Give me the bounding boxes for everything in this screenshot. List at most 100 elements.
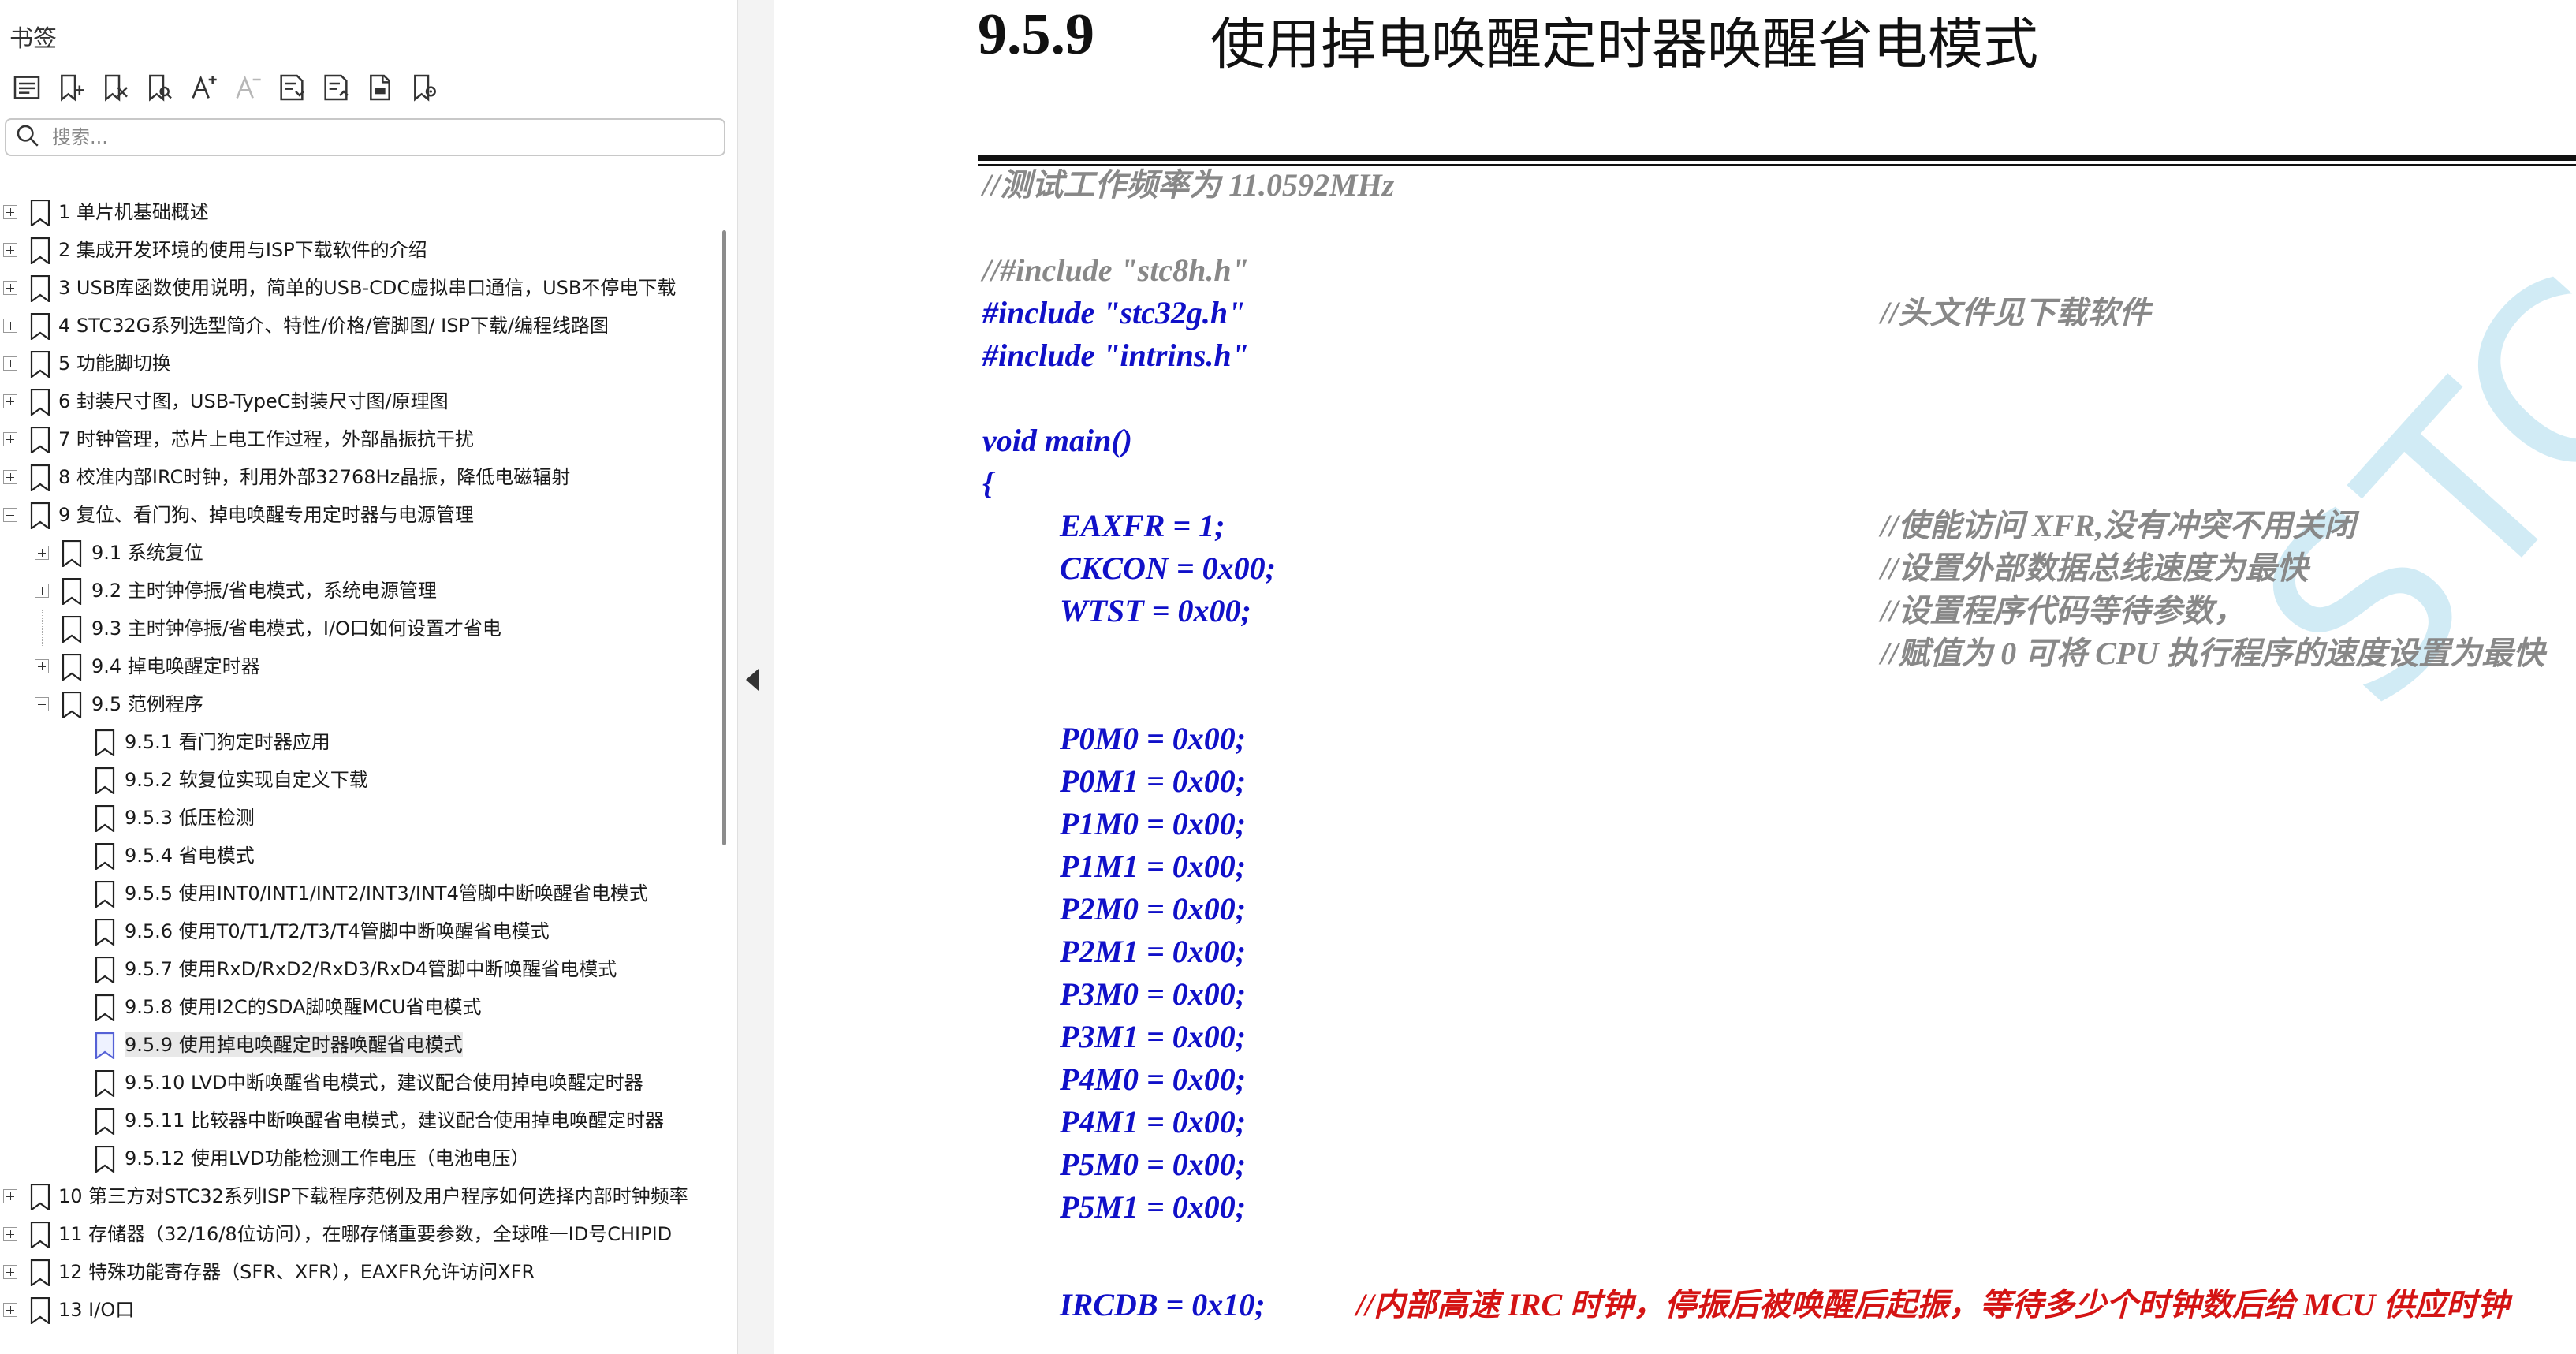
bookmark-search-box[interactable] (5, 118, 725, 156)
bookmark-properties-icon[interactable] (358, 68, 402, 107)
find-bookmark-icon[interactable] (137, 68, 181, 107)
bookmark-label: 3 USB库函数使用说明，简单的USB-CDC虚拟串口通信，USB不停电下载 (58, 277, 677, 299)
expand-icon[interactable] (3, 1227, 17, 1241)
tree-guide-line (42, 610, 43, 647)
bookmark-label: 9.1 系统复位 (91, 542, 203, 564)
bookmark-search-input[interactable] (50, 125, 700, 149)
bookmark-icon (30, 388, 50, 417)
expand-icon[interactable] (3, 319, 17, 333)
code-inline-comment: //设置外部数据总线速度为最快 (1881, 550, 2309, 586)
text-smaller-icon (226, 68, 270, 107)
bookmark-item[interactable]: 9.5.2 软复位实现自定义下载 (0, 761, 718, 800)
delete-bookmark-icon[interactable] (93, 68, 137, 107)
bookmark-item[interactable]: 9.2 主时钟停振/省电模式，系统电源管理 (0, 572, 718, 611)
expand-icon[interactable] (3, 432, 17, 446)
code-line: { (982, 465, 993, 501)
bookmark-item[interactable]: 9.5.11 比较器中断唤醒省电模式，建议配合使用掉电唤醒定时器 (0, 1102, 718, 1141)
bookmark-item[interactable]: 9.5.5 使用INT0/INT1/INT2/INT3/INT4管脚中断唤醒省电… (0, 875, 718, 914)
expand-icon[interactable] (3, 394, 17, 408)
collapse-all-icon[interactable] (314, 68, 358, 107)
bookmark-item[interactable]: 5 功能脚切换 (0, 345, 718, 384)
bookmark-label: 6 封装尺寸图，USB-TypeC封装尺寸图/原理图 (58, 390, 449, 412)
bookmark-icon (95, 1145, 115, 1174)
document-page: STC MCU 9.5.9 使用掉电唤醒定时器唤醒省电模式 //测试工作频率为 … (867, 0, 2576, 1354)
bookmark-icon (30, 426, 50, 455)
expand-icon[interactable] (3, 281, 17, 295)
code-line: #include "stc32g.h" (982, 295, 1246, 330)
expand-icon[interactable] (35, 546, 49, 560)
bookmark-item[interactable]: 9.1 系统复位 (0, 534, 718, 573)
bookmark-item[interactable]: 9.5.4 省电模式 (0, 837, 718, 876)
code-comment-line: //测试工作频率为 11.0592MHz (982, 167, 1395, 203)
bookmark-item[interactable]: 9.5.3 低压检测 (0, 799, 718, 838)
bookmark-icon (30, 1259, 50, 1288)
expand-icon[interactable] (3, 470, 17, 484)
bookmark-icon (30, 1296, 50, 1326)
code-line: P3M1 = 0x00; (1060, 1019, 1247, 1054)
bookmark-label: 9.5.5 使用INT0/INT1/INT2/INT3/INT4管脚中断唤醒省电… (125, 882, 648, 905)
bookmark-item[interactable]: 9.5.7 使用RxD/RxD2/RxD3/RxD4管脚中断唤醒省电模式 (0, 950, 718, 990)
bookmark-label: 4 STC32G系列选型简介、特性/价格/管脚图/ ISP下载/编程线路图 (58, 315, 610, 337)
bookmark-icon (95, 804, 115, 834)
bookmark-item[interactable]: 3 USB库函数使用说明，简单的USB-CDC虚拟串口通信，USB不停电下载 (0, 269, 718, 308)
bookmark-item[interactable]: 12 特殊功能寄存器（SFR、XFR），EAXFR允许访问XFR (0, 1253, 718, 1292)
bookmark-settings-icon[interactable] (402, 68, 446, 107)
bookmark-item[interactable]: 6 封装尺寸图，USB-TypeC封装尺寸图/原理图 (0, 382, 718, 422)
expand-all-icon[interactable] (270, 68, 314, 107)
expand-icon[interactable] (3, 1189, 17, 1203)
bookmark-item[interactable]: 9.4 掉电唤醒定时器 (0, 647, 718, 687)
bookmark-item[interactable]: 1 单片机基础概述 (0, 193, 718, 233)
bookmark-label: 9.5.1 看门狗定时器应用 (125, 731, 330, 753)
bookmark-tree-scrollbar[interactable] (719, 199, 729, 1354)
bookmark-icon (62, 653, 82, 682)
bookmark-item[interactable]: 7 时钟管理，芯片上电工作过程，外部晶振抗干扰 (0, 420, 718, 460)
expand-icon[interactable] (3, 205, 17, 219)
bookmark-label: 9.5.2 软复位实现自定义下载 (125, 769, 368, 791)
expand-icon[interactable] (35, 584, 49, 598)
collapse-panel-icon[interactable] (746, 669, 759, 691)
panel-splitter[interactable] (737, 0, 774, 1354)
bookmark-item[interactable]: 10 第三方对STC32系列ISP下载程序范例及用户程序如何选择内部时钟频率 (0, 1177, 718, 1217)
bookmark-item[interactable]: 9.5.10 LVD中断唤醒省电模式，建议配合使用掉电唤醒定时器 (0, 1064, 718, 1103)
expand-icon[interactable] (3, 243, 17, 257)
code-comment-line: //#include "stc8h.h" (982, 252, 1249, 288)
bookmark-item[interactable]: 13 I/O口 (0, 1291, 718, 1330)
bookmark-item[interactable]: 9.3 主时钟停振/省电模式，I/O口如何设置才省电 (0, 610, 718, 649)
add-bookmark-icon[interactable] (49, 68, 93, 107)
bookmark-icon (95, 1069, 115, 1098)
bookmark-item[interactable]: 2 集成开发环境的使用与ISP下载软件的介绍 (0, 231, 718, 270)
expand-icon[interactable] (35, 659, 49, 673)
bookmark-label: 8 校准内部IRC时钟，利用外部32768Hz晶振，降低电磁辐射 (58, 466, 571, 488)
bookmark-label: 12 特殊功能寄存器（SFR、XFR），EAXFR允许访问XFR (58, 1261, 535, 1283)
expand-icon[interactable] (3, 356, 17, 371)
bookmark-icon (95, 956, 115, 985)
bookmark-label: 5 功能脚切换 (58, 352, 171, 375)
expand-icon[interactable] (3, 1265, 17, 1279)
bookmark-item[interactable]: 11 存储器（32/16/8位访问），在哪存储重要参数，全球唯一ID号CHIPI… (0, 1215, 718, 1255)
bookmark-item[interactable]: 9 复位、看门狗、掉电唤醒专用定时器与电源管理 (0, 496, 718, 535)
expand-icon[interactable] (3, 1303, 17, 1317)
bookmark-icon (62, 615, 82, 644)
bookmark-item[interactable]: 9.5 范例程序 (0, 685, 718, 725)
bookmark-item[interactable]: 9.5.8 使用I2C的SDA脚唤醒MCU省电模式 (0, 988, 718, 1028)
bookmark-item[interactable]: 4 STC32G系列选型简介、特性/价格/管脚图/ ISP下载/编程线路图 (0, 307, 718, 346)
bookmarks-panel-title: 书签 (9, 25, 57, 53)
bookmark-item[interactable]: 9.5.1 看门狗定时器应用 (0, 723, 718, 763)
bookmark-item[interactable]: 9.5.9 使用掉电唤醒定时器唤醒省电模式 (0, 1026, 718, 1065)
bookmark-item[interactable]: 9.5.6 使用T0/T1/T2/T3/T4管脚中断唤醒省电模式 (0, 912, 718, 952)
collapse-icon[interactable] (3, 508, 17, 522)
bookmark-item[interactable]: 8 校准内部IRC时钟，利用外部32768Hz晶振，降低电磁辐射 (0, 458, 718, 498)
bookmark-label: 9.5.12 使用LVD功能检测工作电压（电池电压） (125, 1147, 530, 1169)
bookmark-icon (30, 1221, 50, 1250)
bookmark-item[interactable]: 9.5.12 使用LVD功能检测工作电压（电池电压） (0, 1140, 718, 1179)
bookmark-icon (30, 464, 50, 493)
bookmark-icon (62, 539, 82, 569)
text-larger-icon[interactable] (181, 68, 226, 107)
code-line: EAXFR = 1; (1060, 508, 1225, 543)
bookmark-icon (95, 842, 115, 871)
scrollbar-thumb[interactable] (722, 230, 726, 845)
bookmark-icon (95, 1031, 115, 1061)
outline-view-icon[interactable] (5, 68, 49, 107)
bookmark-label: 9.5.4 省电模式 (125, 845, 255, 867)
collapse-icon[interactable] (35, 697, 49, 711)
